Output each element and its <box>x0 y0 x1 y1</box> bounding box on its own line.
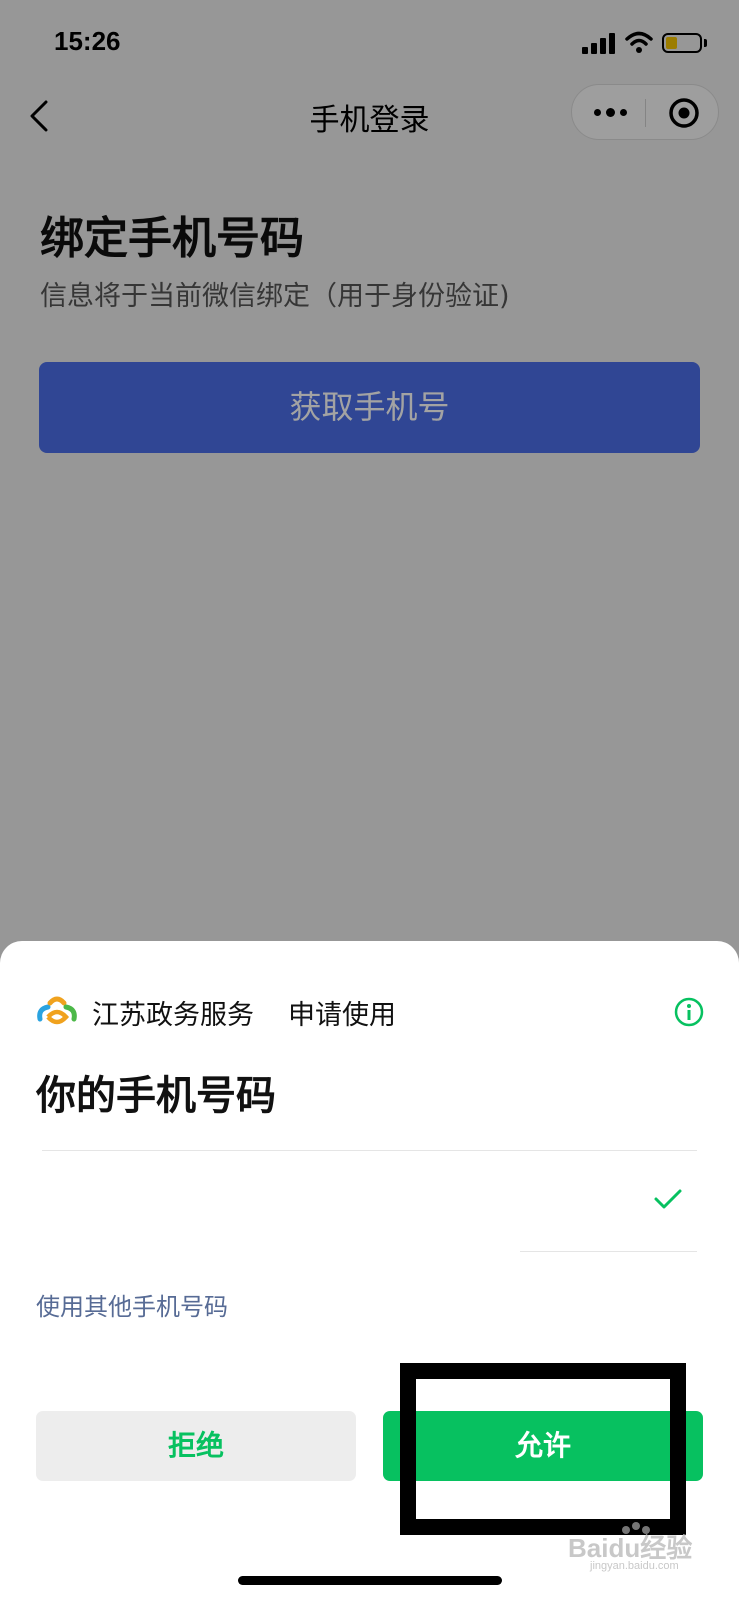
info-icon[interactable] <box>674 997 704 1027</box>
watermark-url: jingyan.baidu.com <box>590 1560 679 1572</box>
app-logo <box>37 996 77 1025</box>
phone-option-row[interactable] <box>42 1151 697 1251</box>
check-icon <box>654 1189 682 1209</box>
use-other-phone-link[interactable]: 使用其他手机号码 <box>36 1287 228 1322</box>
sheet-title: 你的手机号码 <box>36 1073 276 1119</box>
reject-button[interactable]: 拒绝 <box>36 1411 356 1481</box>
divider <box>520 1251 697 1252</box>
annotation-highlight-box <box>400 1363 686 1535</box>
app-name: 江苏政务服务 <box>92 1000 254 1031</box>
request-text: 申请使用 <box>288 1000 396 1031</box>
home-indicator[interactable] <box>238 1576 502 1585</box>
